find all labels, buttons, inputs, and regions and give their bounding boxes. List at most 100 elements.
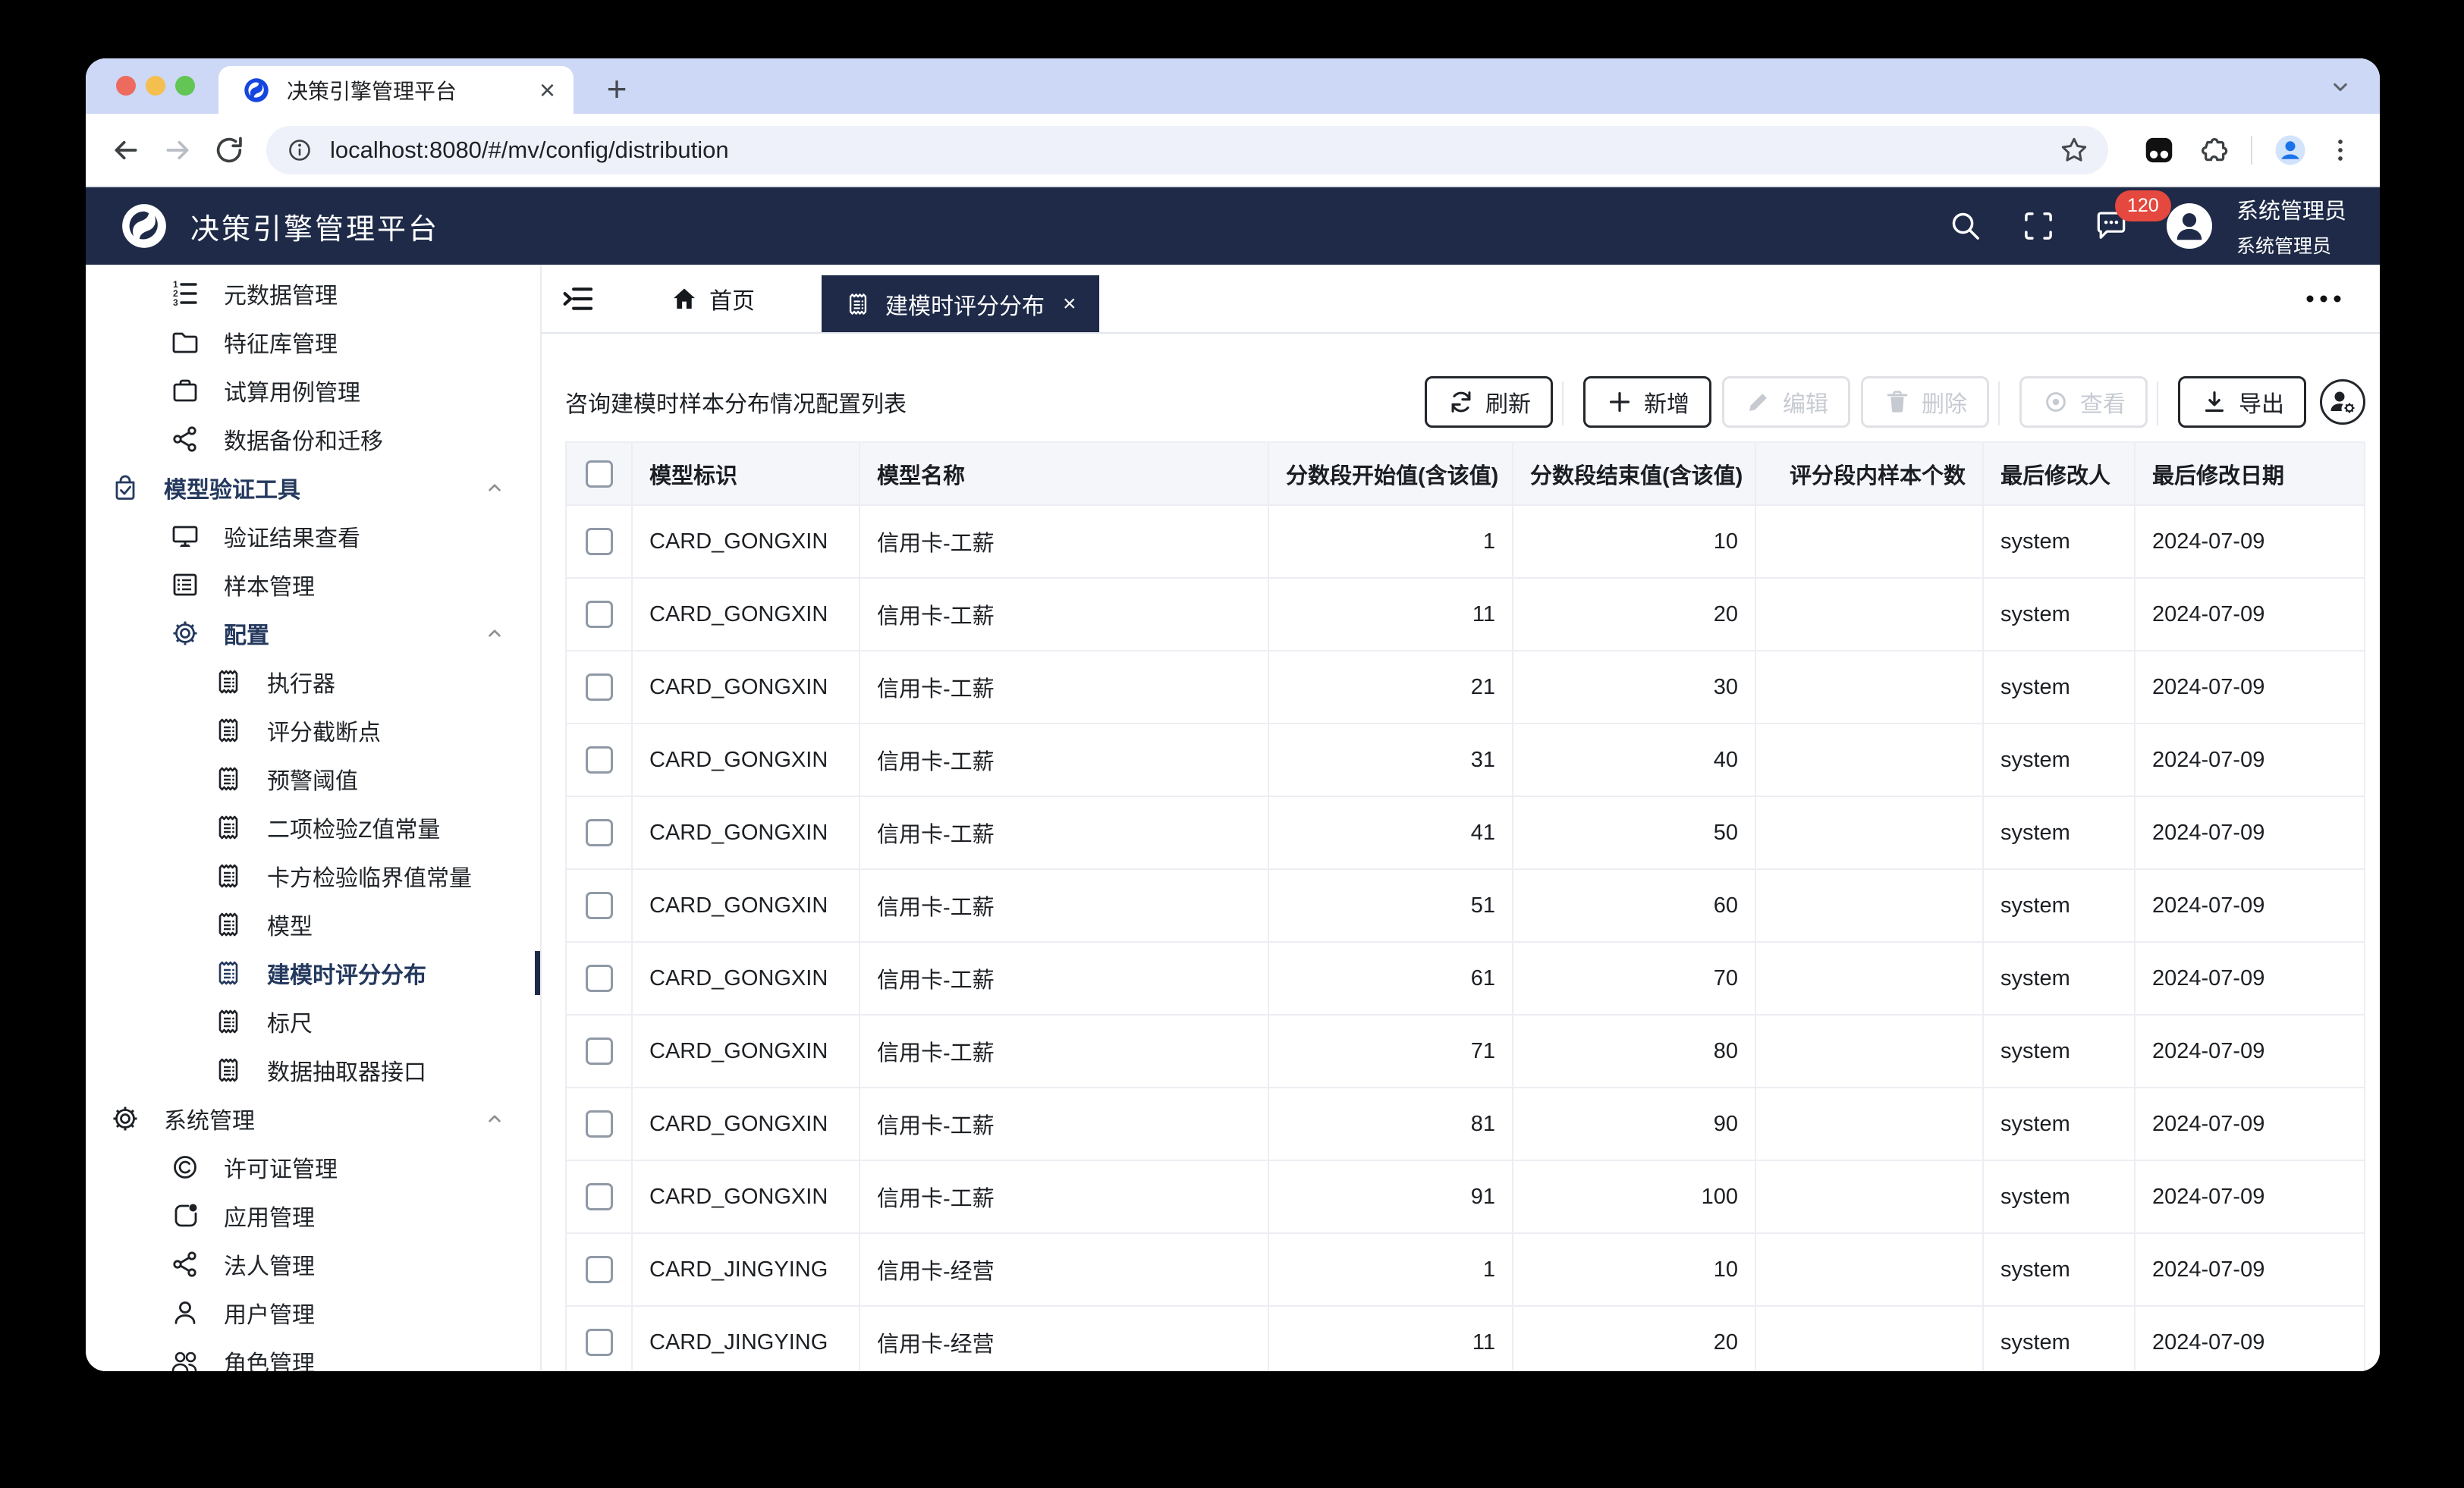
url-text[interactable]: localhost:8080/#/mv/config/distribution bbox=[330, 137, 2058, 164]
row-checkbox[interactable] bbox=[586, 673, 613, 701]
page-tab-active[interactable]: 建模时评分分布 × bbox=[822, 275, 1099, 332]
sidebar-item-model[interactable]: 模型 bbox=[86, 900, 540, 949]
window-minimize-button[interactable] bbox=[146, 76, 165, 96]
sidebar-item-user-management[interactable]: 用户管理 bbox=[86, 1289, 540, 1337]
row-checkbox[interactable] bbox=[586, 819, 613, 846]
home-breadcrumb[interactable]: 首页 bbox=[671, 282, 755, 315]
new-tab-button[interactable]: + bbox=[596, 67, 638, 110]
row-checkbox[interactable] bbox=[586, 1256, 613, 1283]
sidebar-item-label-user-management: 用户管理 bbox=[224, 1296, 315, 1329]
chevron-up-icon[interactable] bbox=[482, 621, 507, 645]
cell-model-id: CARD_JINGYING bbox=[632, 1306, 860, 1371]
cell-model-name: 信用卡-工薪 bbox=[860, 651, 1268, 724]
cell-sample-count bbox=[1755, 1015, 1983, 1088]
row-checkbox[interactable] bbox=[586, 1110, 613, 1138]
tab-close-icon[interactable]: × bbox=[539, 77, 555, 104]
cell-modified-date: 2024-07-09 bbox=[2135, 505, 2365, 578]
chevron-up-icon[interactable] bbox=[482, 1107, 507, 1131]
sidebar-item-data-backup-migration[interactable]: 数据备份和迁移 bbox=[86, 415, 540, 463]
table-row[interactable]: CARD_GONGXIN 信用卡-工薪 31 40 system 2024-07… bbox=[566, 724, 2365, 796]
table-row[interactable]: CARD_GONGXIN 信用卡-工薪 81 90 system 2024-07… bbox=[566, 1088, 2365, 1160]
more-actions-icon[interactable] bbox=[2302, 284, 2345, 314]
row-checkbox[interactable] bbox=[586, 746, 613, 774]
browser-tab[interactable]: 决策引擎管理平台 × bbox=[218, 66, 574, 114]
extensions-puzzle-icon[interactable] bbox=[2196, 133, 2231, 168]
table-row[interactable]: CARD_GONGXIN 信用卡-工薪 1 10 system 2024-07-… bbox=[566, 505, 2365, 578]
column-header-model-id: 模型标识 bbox=[632, 442, 860, 505]
sidebar-item-validation-result-view[interactable]: 验证结果查看 bbox=[86, 512, 540, 560]
search-icon[interactable] bbox=[1948, 209, 1983, 243]
sidebar-item-label-warning-threshold: 预警阈值 bbox=[267, 762, 358, 796]
row-checkbox[interactable] bbox=[586, 1329, 613, 1356]
reload-button[interactable] bbox=[212, 133, 247, 168]
window-close-button[interactable] bbox=[116, 76, 136, 96]
bookmark-star-icon[interactable] bbox=[2058, 134, 2090, 166]
tab-search-chevron-icon[interactable] bbox=[2327, 74, 2354, 101]
page-tab-close-icon[interactable]: × bbox=[1063, 291, 1076, 317]
back-button[interactable] bbox=[108, 133, 143, 168]
sidebar-item-feature-library-management[interactable]: 特征库管理 bbox=[86, 318, 540, 366]
sidebar-item-modeling-score-distribution[interactable]: 建模时评分分布 bbox=[86, 949, 540, 997]
sidebar-item-warning-threshold[interactable]: 预警阈值 bbox=[86, 755, 540, 803]
sidebar-item-metadata-management[interactable]: 123 元数据管理 bbox=[86, 269, 540, 318]
sidebar-item-role-management[interactable]: 角色管理 bbox=[86, 1337, 540, 1371]
sidebar-collapse-icon[interactable] bbox=[561, 281, 596, 316]
sidebar-item-chi-square-critical-constant[interactable]: 卡方检验临界值常量 bbox=[86, 852, 540, 900]
table-row[interactable]: CARD_JINGYING 信用卡-经营 1 10 system 2024-07… bbox=[566, 1233, 2365, 1306]
action-button-add[interactable]: 新增 bbox=[1583, 376, 1711, 428]
user-settings-button[interactable] bbox=[2320, 379, 2365, 425]
table-row[interactable]: CARD_GONGXIN 信用卡-工薪 11 20 system 2024-07… bbox=[566, 578, 2365, 651]
table-row[interactable]: CARD_GONGXIN 信用卡-工薪 41 50 system 2024-07… bbox=[566, 796, 2365, 869]
app-header: 决策引擎管理平台 120 系统管理员 系统管理员 bbox=[86, 187, 2380, 265]
window-zoom-button[interactable] bbox=[175, 76, 195, 96]
select-all-checkbox[interactable] bbox=[586, 460, 613, 488]
briefcase-icon bbox=[170, 375, 200, 406]
table-row[interactable]: CARD_GONGXIN 信用卡-工薪 61 70 system 2024-07… bbox=[566, 942, 2365, 1015]
address-bar[interactable]: localhost:8080/#/mv/config/distribution bbox=[266, 126, 2108, 174]
chevron-up-icon[interactable] bbox=[482, 476, 507, 500]
cell-modified-date: 2024-07-09 bbox=[2135, 1160, 2365, 1233]
extension-icon[interactable] bbox=[2142, 133, 2176, 168]
fullscreen-icon[interactable] bbox=[2021, 209, 2056, 243]
sidebar-item-app-management[interactable]: 应用管理 bbox=[86, 1191, 540, 1240]
table-row[interactable]: CARD_GONGXIN 信用卡-工薪 21 30 system 2024-07… bbox=[566, 651, 2365, 724]
table-row[interactable]: CARD_GONGXIN 信用卡-工薪 91 100 system 2024-0… bbox=[566, 1160, 2365, 1233]
sidebar-item-sample-management[interactable]: 样本管理 bbox=[86, 560, 540, 609]
sidebar-item-license-management[interactable]: 许可证管理 bbox=[86, 1143, 540, 1191]
action-button-view[interactable]: 查看 bbox=[2019, 376, 2148, 428]
column-header-range-start: 分数段开始值(含该值) bbox=[1268, 442, 1513, 505]
sidebar-item-trial-case-management[interactable]: 试算用例管理 bbox=[86, 366, 540, 415]
row-checkbox[interactable] bbox=[586, 1183, 613, 1210]
cell-model-name: 信用卡-工薪 bbox=[860, 724, 1268, 796]
action-button-delete[interactable]: 删除 bbox=[1861, 376, 1989, 428]
action-button-export[interactable]: 导出 bbox=[2178, 376, 2306, 428]
row-checkbox[interactable] bbox=[586, 528, 613, 555]
row-checkbox[interactable] bbox=[586, 1038, 613, 1065]
sidebar-item-ruler[interactable]: 标尺 bbox=[86, 997, 540, 1046]
browser-profile-avatar[interactable] bbox=[2271, 130, 2310, 170]
action-button-group: 刷新 新增 编辑 bbox=[1425, 376, 2365, 428]
table-row[interactable]: CARD_GONGXIN 信用卡-工薪 51 60 system 2024-07… bbox=[566, 869, 2365, 942]
monitor-icon bbox=[170, 521, 200, 551]
sidebar-item-configuration[interactable]: 配置 bbox=[86, 609, 540, 658]
table-row[interactable]: CARD_GONGXIN 信用卡-工薪 71 80 system 2024-07… bbox=[566, 1015, 2365, 1088]
sidebar-item-model-validation-tools[interactable]: 模型验证工具 bbox=[86, 463, 540, 512]
action-button-edit[interactable]: 编辑 bbox=[1722, 376, 1850, 428]
table-row[interactable]: CARD_JINGYING 信用卡-经营 11 20 system 2024-0… bbox=[566, 1306, 2365, 1371]
sidebar-item-executor[interactable]: 执行器 bbox=[86, 658, 540, 706]
user-avatar[interactable] bbox=[2167, 203, 2212, 249]
cell-modified-date: 2024-07-09 bbox=[2135, 578, 2365, 651]
sidebar-item-system-management[interactable]: 系统管理 bbox=[86, 1094, 540, 1143]
site-info-icon[interactable] bbox=[284, 135, 315, 165]
sidebar-item-binomial-z-constant[interactable]: 二项检验Z值常量 bbox=[86, 803, 540, 852]
cell-sample-count bbox=[1755, 942, 1983, 1015]
row-checkbox[interactable] bbox=[586, 601, 613, 628]
action-button-refresh[interactable]: 刷新 bbox=[1425, 376, 1553, 428]
row-checkbox[interactable] bbox=[586, 965, 613, 992]
row-checkbox[interactable] bbox=[586, 892, 613, 919]
sidebar-item-score-cutoff[interactable]: 评分截断点 bbox=[86, 706, 540, 755]
sidebar-item-legal-entity-management[interactable]: 法人管理 bbox=[86, 1240, 540, 1289]
browser-menu-icon[interactable] bbox=[2324, 133, 2357, 167]
cell-modified-date: 2024-07-09 bbox=[2135, 942, 2365, 1015]
sidebar-item-data-extractor-interface[interactable]: 数据抽取器接口 bbox=[86, 1046, 540, 1094]
